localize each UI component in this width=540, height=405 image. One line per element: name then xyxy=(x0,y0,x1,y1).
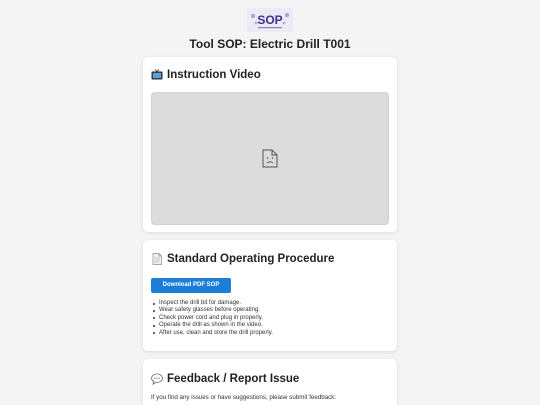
sop-heading: Standard Operating Procedure xyxy=(151,253,334,265)
broken-document-icon xyxy=(262,149,278,173)
feedback-intro: If you find any issues or have suggestio… xyxy=(151,394,337,401)
sop-card: Standard Operating Procedure Download PD… xyxy=(143,240,397,351)
page-title: Tool SOP: Electric Drill T001 xyxy=(189,37,351,51)
document-icon xyxy=(151,253,163,265)
speech-bubble-icon xyxy=(151,373,163,385)
feedback-heading: Feedback / Report Issue xyxy=(151,373,299,385)
sop-step: Check power cord and plug in properly. xyxy=(151,315,391,322)
feedback-heading-label: Feedback / Report Issue xyxy=(167,373,300,385)
sop-step: Wear safety glasses before operating. xyxy=(151,307,391,314)
sop-logo: SOP xyxy=(247,8,293,32)
sop-step: After use, clean and store the drill pro… xyxy=(151,330,391,337)
instruction-video-heading-label: Instruction Video xyxy=(167,69,261,81)
feedback-card: Feedback / Report Issue If you find any … xyxy=(143,359,397,405)
sop-step: Inspect the drill bit for damage. xyxy=(151,300,391,307)
sop-step: Operate the drill as shown in the video. xyxy=(151,322,391,329)
instruction-video-heading: Instruction Video xyxy=(151,69,261,81)
video-player[interactable] xyxy=(151,92,389,225)
download-pdf-button[interactable]: Download PDF SOP xyxy=(151,278,231,293)
instruction-video-card: Instruction Video xyxy=(143,57,397,232)
svg-text:SOP: SOP xyxy=(257,13,282,27)
sop-heading-label: Standard Operating Procedure xyxy=(167,253,335,265)
sop-steps-list: Inspect the drill bit for damage. Wear s… xyxy=(151,300,391,337)
tv-icon xyxy=(151,69,163,81)
